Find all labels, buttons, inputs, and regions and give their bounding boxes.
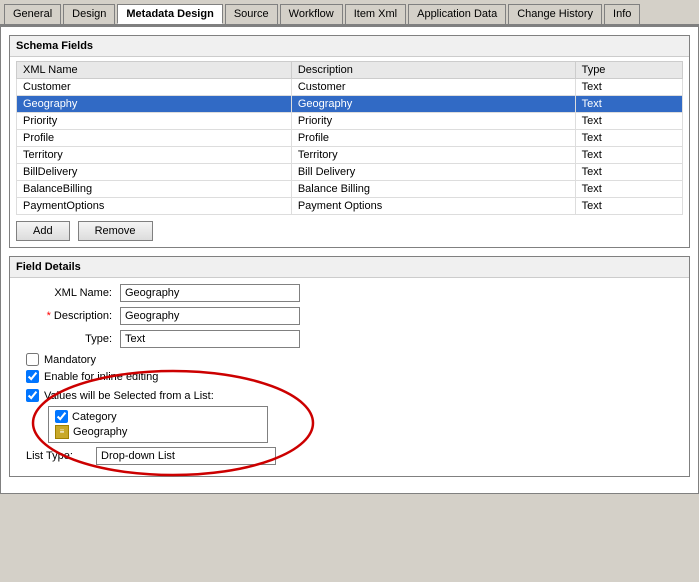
type-label: Type: — [20, 333, 120, 345]
tab-design[interactable]: Design — [63, 4, 115, 24]
schema-fields-panel: Schema Fields XML Name Description Type … — [9, 35, 690, 248]
mandatory-row: Mandatory — [20, 353, 679, 366]
values-from-list-checkbox[interactable] — [26, 389, 39, 402]
tab-bar: General Design Metadata Design Source Wo… — [0, 0, 699, 26]
table-row[interactable]: PaymentOptionsPayment OptionsText — [17, 198, 683, 215]
tab-metadata-design[interactable]: Metadata Design — [117, 4, 222, 24]
main-content: Schema Fields XML Name Description Type … — [0, 26, 699, 494]
field-details-title: Field Details — [10, 257, 689, 278]
type-input[interactable] — [120, 330, 300, 348]
list-type-input[interactable] — [96, 447, 276, 465]
add-button[interactable]: Add — [16, 221, 70, 241]
schema-button-row: Add Remove — [10, 215, 689, 247]
col-type: Type — [575, 62, 682, 79]
table-row[interactable]: BillDeliveryBill DeliveryText — [17, 164, 683, 181]
list-items-box: Category ≡ Geography — [48, 406, 268, 443]
values-from-list-row: Values will be Selected from a List: — [26, 389, 679, 402]
col-xml-name: XML Name — [17, 62, 292, 79]
mandatory-checkbox[interactable] — [26, 353, 39, 366]
type-row: Type: — [20, 330, 679, 348]
xml-name-row: XML Name: — [20, 284, 679, 302]
tab-general[interactable]: General — [4, 4, 61, 24]
tab-application-data[interactable]: Application Data — [408, 4, 506, 24]
geography-icon: ≡ — [55, 425, 69, 439]
schema-fields-title: Schema Fields — [10, 36, 689, 57]
tab-change-history[interactable]: Change History — [508, 4, 602, 24]
table-row[interactable]: ProfileProfileText — [17, 130, 683, 147]
remove-button[interactable]: Remove — [78, 221, 153, 241]
table-row[interactable]: CustomerCustomerText — [17, 79, 683, 96]
geography-list-label: Geography — [73, 426, 127, 438]
field-details-content: XML Name: Description: Type: Mandatory — [10, 278, 689, 476]
category-checkbox[interactable] — [55, 410, 68, 423]
schema-table: XML Name Description Type CustomerCustom… — [16, 61, 683, 215]
table-row[interactable]: TerritoryTerritoryText — [17, 147, 683, 164]
tab-item-xml[interactable]: Item Xml — [345, 4, 406, 24]
list-type-row: List Type: — [26, 447, 679, 465]
enable-inline-checkbox[interactable] — [26, 370, 39, 383]
description-row: Description: — [20, 307, 679, 325]
table-row[interactable]: PriorityPriorityText — [17, 113, 683, 130]
xml-name-input[interactable] — [120, 284, 300, 302]
category-label: Category — [72, 411, 117, 423]
values-from-list-label: Values will be Selected from a List: — [44, 390, 214, 402]
field-details-panel: Field Details XML Name: Description: Typ… — [9, 256, 690, 477]
col-description: Description — [291, 62, 575, 79]
table-row[interactable]: GeographyGeographyText — [17, 96, 683, 113]
list-item-category: Category — [53, 409, 263, 424]
table-row[interactable]: BalanceBillingBalance BillingText — [17, 181, 683, 198]
tab-workflow[interactable]: Workflow — [280, 4, 343, 24]
enable-inline-label: Enable for inline editing — [44, 371, 158, 383]
description-label: Description: — [20, 310, 120, 322]
xml-name-label: XML Name: — [20, 287, 120, 299]
enable-inline-row: Enable for inline editing — [20, 370, 679, 383]
list-item-geography: ≡ Geography — [53, 424, 263, 440]
list-type-label: List Type: — [26, 450, 96, 462]
mandatory-label: Mandatory — [44, 354, 96, 366]
description-input[interactable] — [120, 307, 300, 325]
tab-info[interactable]: Info — [604, 4, 640, 24]
values-from-list-section: Values will be Selected from a List: Cat… — [20, 389, 679, 465]
tab-source[interactable]: Source — [225, 4, 278, 24]
